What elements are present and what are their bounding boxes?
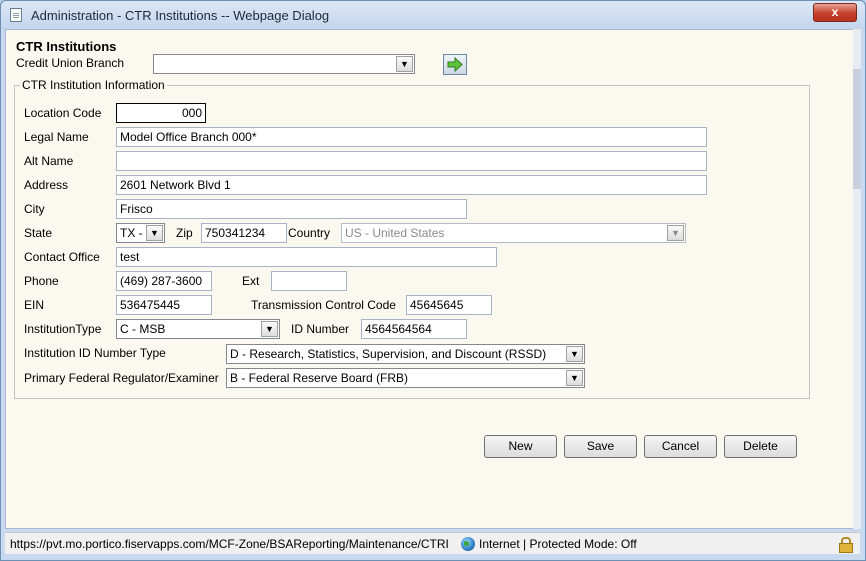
regulator-label: Primary Federal Regulator/Examiner <box>24 371 219 385</box>
id-number-type-select[interactable]: D - Research, Statistics, Supervision, a… <box>226 344 585 364</box>
institution-type-value: C - MSB <box>120 322 166 336</box>
legal-name-label: Legal Name <box>24 130 89 144</box>
country-value: US - United States <box>345 226 445 240</box>
institution-type-select[interactable]: C - MSB ▼ <box>116 319 280 339</box>
address-label: Address <box>24 178 69 192</box>
id-number-type-label: Institution ID Number Type <box>24 346 166 360</box>
ext-input[interactable] <box>271 271 347 291</box>
globe-icon <box>461 537 475 551</box>
scroll-thumb[interactable] <box>853 69 861 189</box>
zip-label: Zip <box>176 226 193 240</box>
lock-icon[interactable] <box>839 537 853 553</box>
regulator-value: B - Federal Reserve Board (FRB) <box>230 371 409 385</box>
id-number-type-value: D - Research, Statistics, Supervision, a… <box>230 347 547 361</box>
ext-label: Ext <box>242 274 260 288</box>
status-bar: https://pvt.mo.portico.fiservapps.com/MC… <box>5 532 860 554</box>
window-title: Administration - CTR Institutions -- Web… <box>31 8 330 23</box>
alt-name-input[interactable] <box>116 151 707 171</box>
vertical-scrollbar[interactable] <box>853 29 861 529</box>
cancel-button[interactable]: Cancel <box>644 435 717 458</box>
green-arrow-icon <box>447 57 463 72</box>
chevron-down-icon: ▼ <box>667 225 684 241</box>
contact-office-label: Contact Office <box>24 250 100 264</box>
id-number-label: ID Number <box>291 322 350 336</box>
ein-input[interactable]: 536475445 <box>116 295 212 315</box>
new-button[interactable]: New <box>484 435 557 458</box>
phone-label: Phone <box>24 274 59 288</box>
go-button[interactable] <box>443 54 467 75</box>
status-url: https://pvt.mo.portico.fiservapps.com/MC… <box>10 537 449 551</box>
page-icon <box>10 8 22 22</box>
branch-label: Credit Union Branch <box>16 56 125 70</box>
close-button[interactable]: x <box>813 3 857 22</box>
title-bar[interactable]: Administration - CTR Institutions -- Web… <box>1 1 865 29</box>
legal-name-input[interactable]: Model Office Branch 000* <box>116 127 707 147</box>
page-title: CTR Institutions <box>16 39 117 54</box>
alt-name-label: Alt Name <box>24 154 74 168</box>
country-select[interactable]: US - United States ▼ <box>341 223 686 243</box>
chevron-down-icon: ▼ <box>261 321 278 337</box>
state-value: TX - <box>120 226 143 240</box>
branch-select[interactable]: ▼ <box>153 54 415 74</box>
zip-input[interactable]: 750341234 <box>201 223 287 243</box>
id-number-input[interactable]: 4564564564 <box>361 319 467 339</box>
phone-input[interactable]: (469) 287-3600 <box>116 271 212 291</box>
location-code-label: Location Code <box>24 106 102 120</box>
chevron-down-icon: ▼ <box>146 225 163 241</box>
country-label: Country <box>288 226 331 240</box>
chevron-down-icon: ▼ <box>566 370 583 386</box>
city-label: City <box>24 202 45 216</box>
location-code-input[interactable]: 000 <box>116 103 206 123</box>
city-input[interactable]: Frisco <box>116 199 467 219</box>
delete-button[interactable]: Delete <box>724 435 797 458</box>
state-select[interactable]: TX - ▼ <box>116 223 165 243</box>
regulator-select[interactable]: B - Federal Reserve Board (FRB) ▼ <box>226 368 585 388</box>
save-button[interactable]: Save <box>564 435 637 458</box>
tcc-input[interactable]: 45645645 <box>406 295 492 315</box>
section-legend: CTR Institution Information <box>20 78 167 92</box>
chevron-down-icon: ▼ <box>566 346 583 362</box>
chevron-down-icon: ▼ <box>396 56 413 72</box>
tcc-label: Transmission Control Code <box>251 298 396 312</box>
contact-office-input[interactable]: test <box>116 247 497 267</box>
ein-label: EIN <box>24 298 45 312</box>
address-input[interactable]: 2601 Network Blvd 1 <box>116 175 707 195</box>
status-zone: Internet | Protected Mode: Off <box>479 537 637 551</box>
institution-type-label: InstitutionType <box>24 322 102 336</box>
state-label: State <box>24 226 53 240</box>
